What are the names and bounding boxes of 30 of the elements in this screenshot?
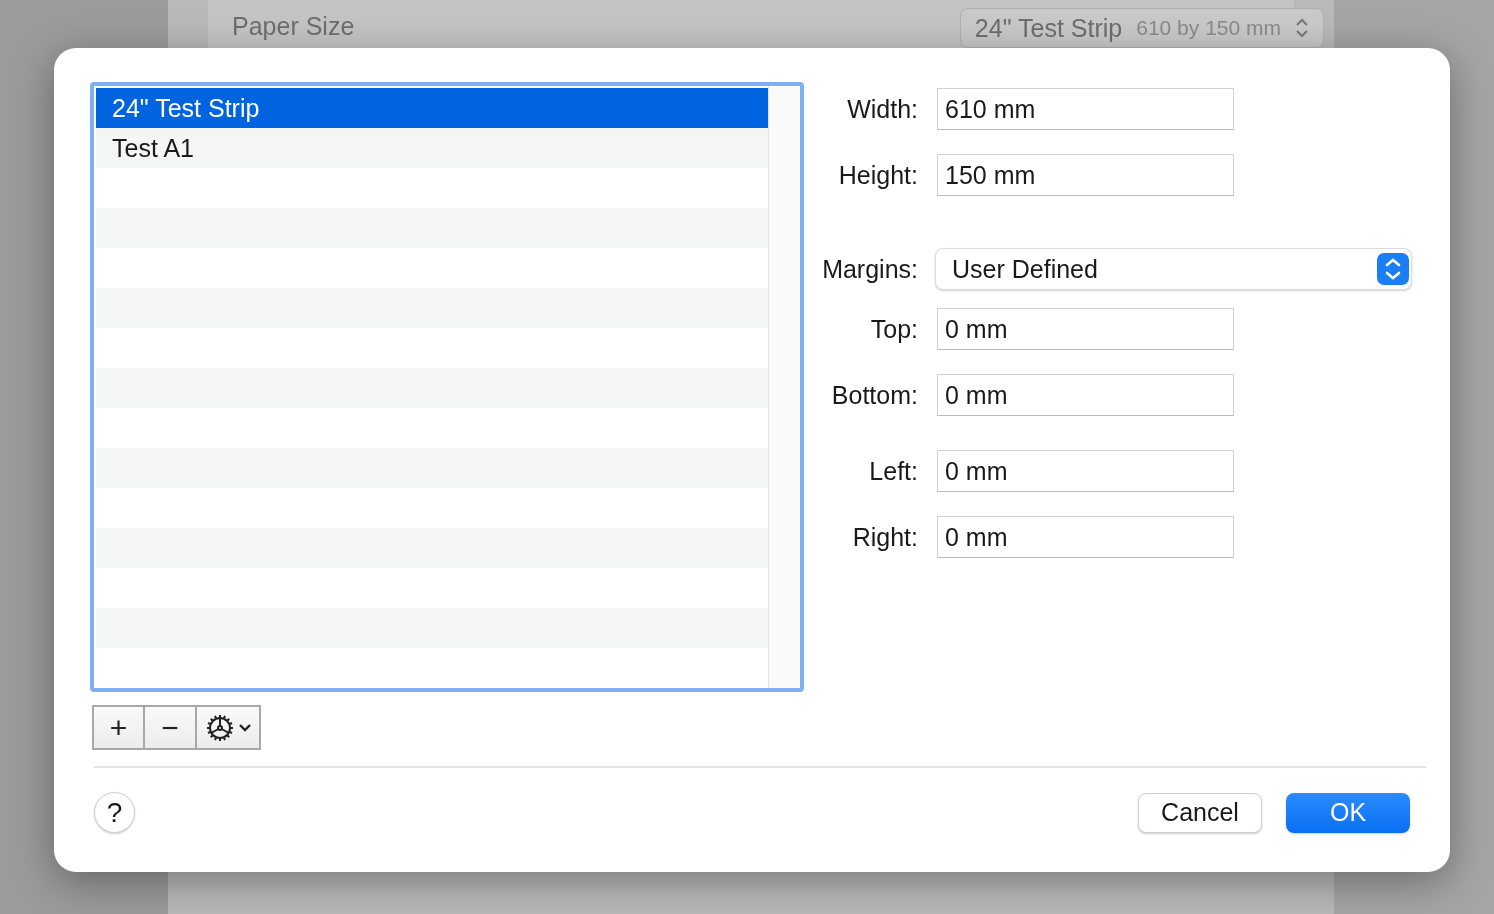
field-label: Height:: [837, 160, 918, 190]
list-item[interactable]: Test A1: [96, 128, 768, 168]
paper-list[interactable]: 24" Test Strip Test A1: [90, 82, 804, 692]
field-label: Width:: [846, 94, 918, 124]
popup-detail: 610 by 150 mm: [1136, 16, 1281, 40]
help-button[interactable]: ?: [94, 792, 135, 833]
input-field[interactable]: 0 mm: [937, 516, 1234, 558]
margins-popup[interactable]: User Defined: [935, 248, 1412, 290]
chevron-up-down-icon: [1295, 17, 1309, 39]
field-label: Margins:: [821, 254, 918, 284]
remove-button[interactable]: −: [143, 705, 197, 750]
gear-icon: [205, 712, 235, 743]
input-field[interactable]: 0 mm: [937, 308, 1234, 350]
input-field[interactable]: 0 mm: [937, 450, 1234, 492]
field-label: Left:: [868, 456, 918, 486]
cancel-button[interactable]: Cancel: [1138, 792, 1262, 833]
field-label: Right:: [851, 522, 918, 552]
field-label: Bottom:: [830, 380, 918, 410]
actions-menu-button[interactable]: [195, 705, 261, 750]
ok-button[interactable]: OK: [1286, 792, 1410, 833]
popup-value: 24" Test Strip: [974, 13, 1123, 43]
chevron-down-icon: [239, 723, 251, 732]
input-field[interactable]: 610 mm: [937, 88, 1234, 130]
input-field[interactable]: 150 mm: [937, 154, 1234, 196]
input-field[interactable]: 0 mm: [937, 374, 1234, 416]
field-label: Top:: [869, 314, 918, 344]
list-item[interactable]: 24" Test Strip: [96, 88, 768, 128]
setting-label: Paper Size: [232, 12, 355, 41]
add-button[interactable]: +: [92, 705, 145, 750]
chevron-up-down-icon: [1377, 253, 1409, 285]
